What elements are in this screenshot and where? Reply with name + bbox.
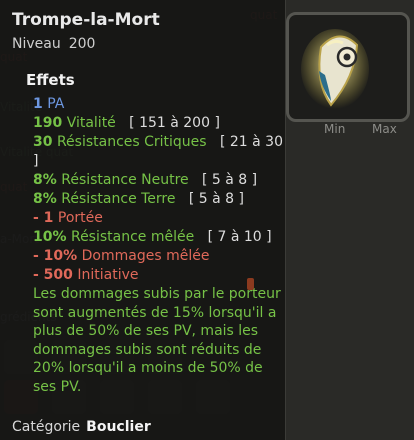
effect-line: - 1 Portée xyxy=(33,210,103,226)
effects-title: Effets xyxy=(26,71,75,89)
effect-line: 1 PA xyxy=(33,96,65,112)
item-level: Niveau 200 xyxy=(12,36,95,52)
effect-line: - 500 Initiative xyxy=(33,267,139,283)
shield-icon xyxy=(291,17,371,117)
item-category: Catégorie Bouclier xyxy=(12,419,151,435)
effect-line: 10% Résistance mêlée [ 7 à 10 ] xyxy=(33,229,272,245)
category-value: Bouclier xyxy=(86,419,151,435)
effect-line: 30 Résistances Critiques [ 21 à 30 ] xyxy=(33,134,288,169)
level-value: 200 xyxy=(68,36,96,52)
item-icon-frame[interactable] xyxy=(286,12,410,122)
effects-list: 1 PA 190 Vitalité [ 151 à 200 ] 30 Résis… xyxy=(33,95,283,410)
max-label: Max xyxy=(372,122,397,136)
effect-line: 190 Vitalité [ 151 à 200 ] xyxy=(33,115,220,131)
effect-description: Les dommages subis par le porteur sont a… xyxy=(33,286,281,395)
scroll-marker[interactable] xyxy=(247,278,254,290)
item-tooltip: Trompe-la-Mort Niveau 200 Effets 1 PA 190… xyxy=(0,0,286,440)
effect-line: 8% Résistance Terre [ 5 à 8 ] xyxy=(33,191,244,207)
effect-line: 8% Résistance Neutre [ 5 à 8 ] xyxy=(33,172,258,188)
min-label: Min xyxy=(324,122,346,136)
effect-line: - 10% Dommages mêlée xyxy=(33,248,210,264)
category-label: Catégorie xyxy=(12,419,81,435)
level-label: Niveau xyxy=(12,36,61,52)
item-name: Trompe-la-Mort xyxy=(12,10,160,30)
